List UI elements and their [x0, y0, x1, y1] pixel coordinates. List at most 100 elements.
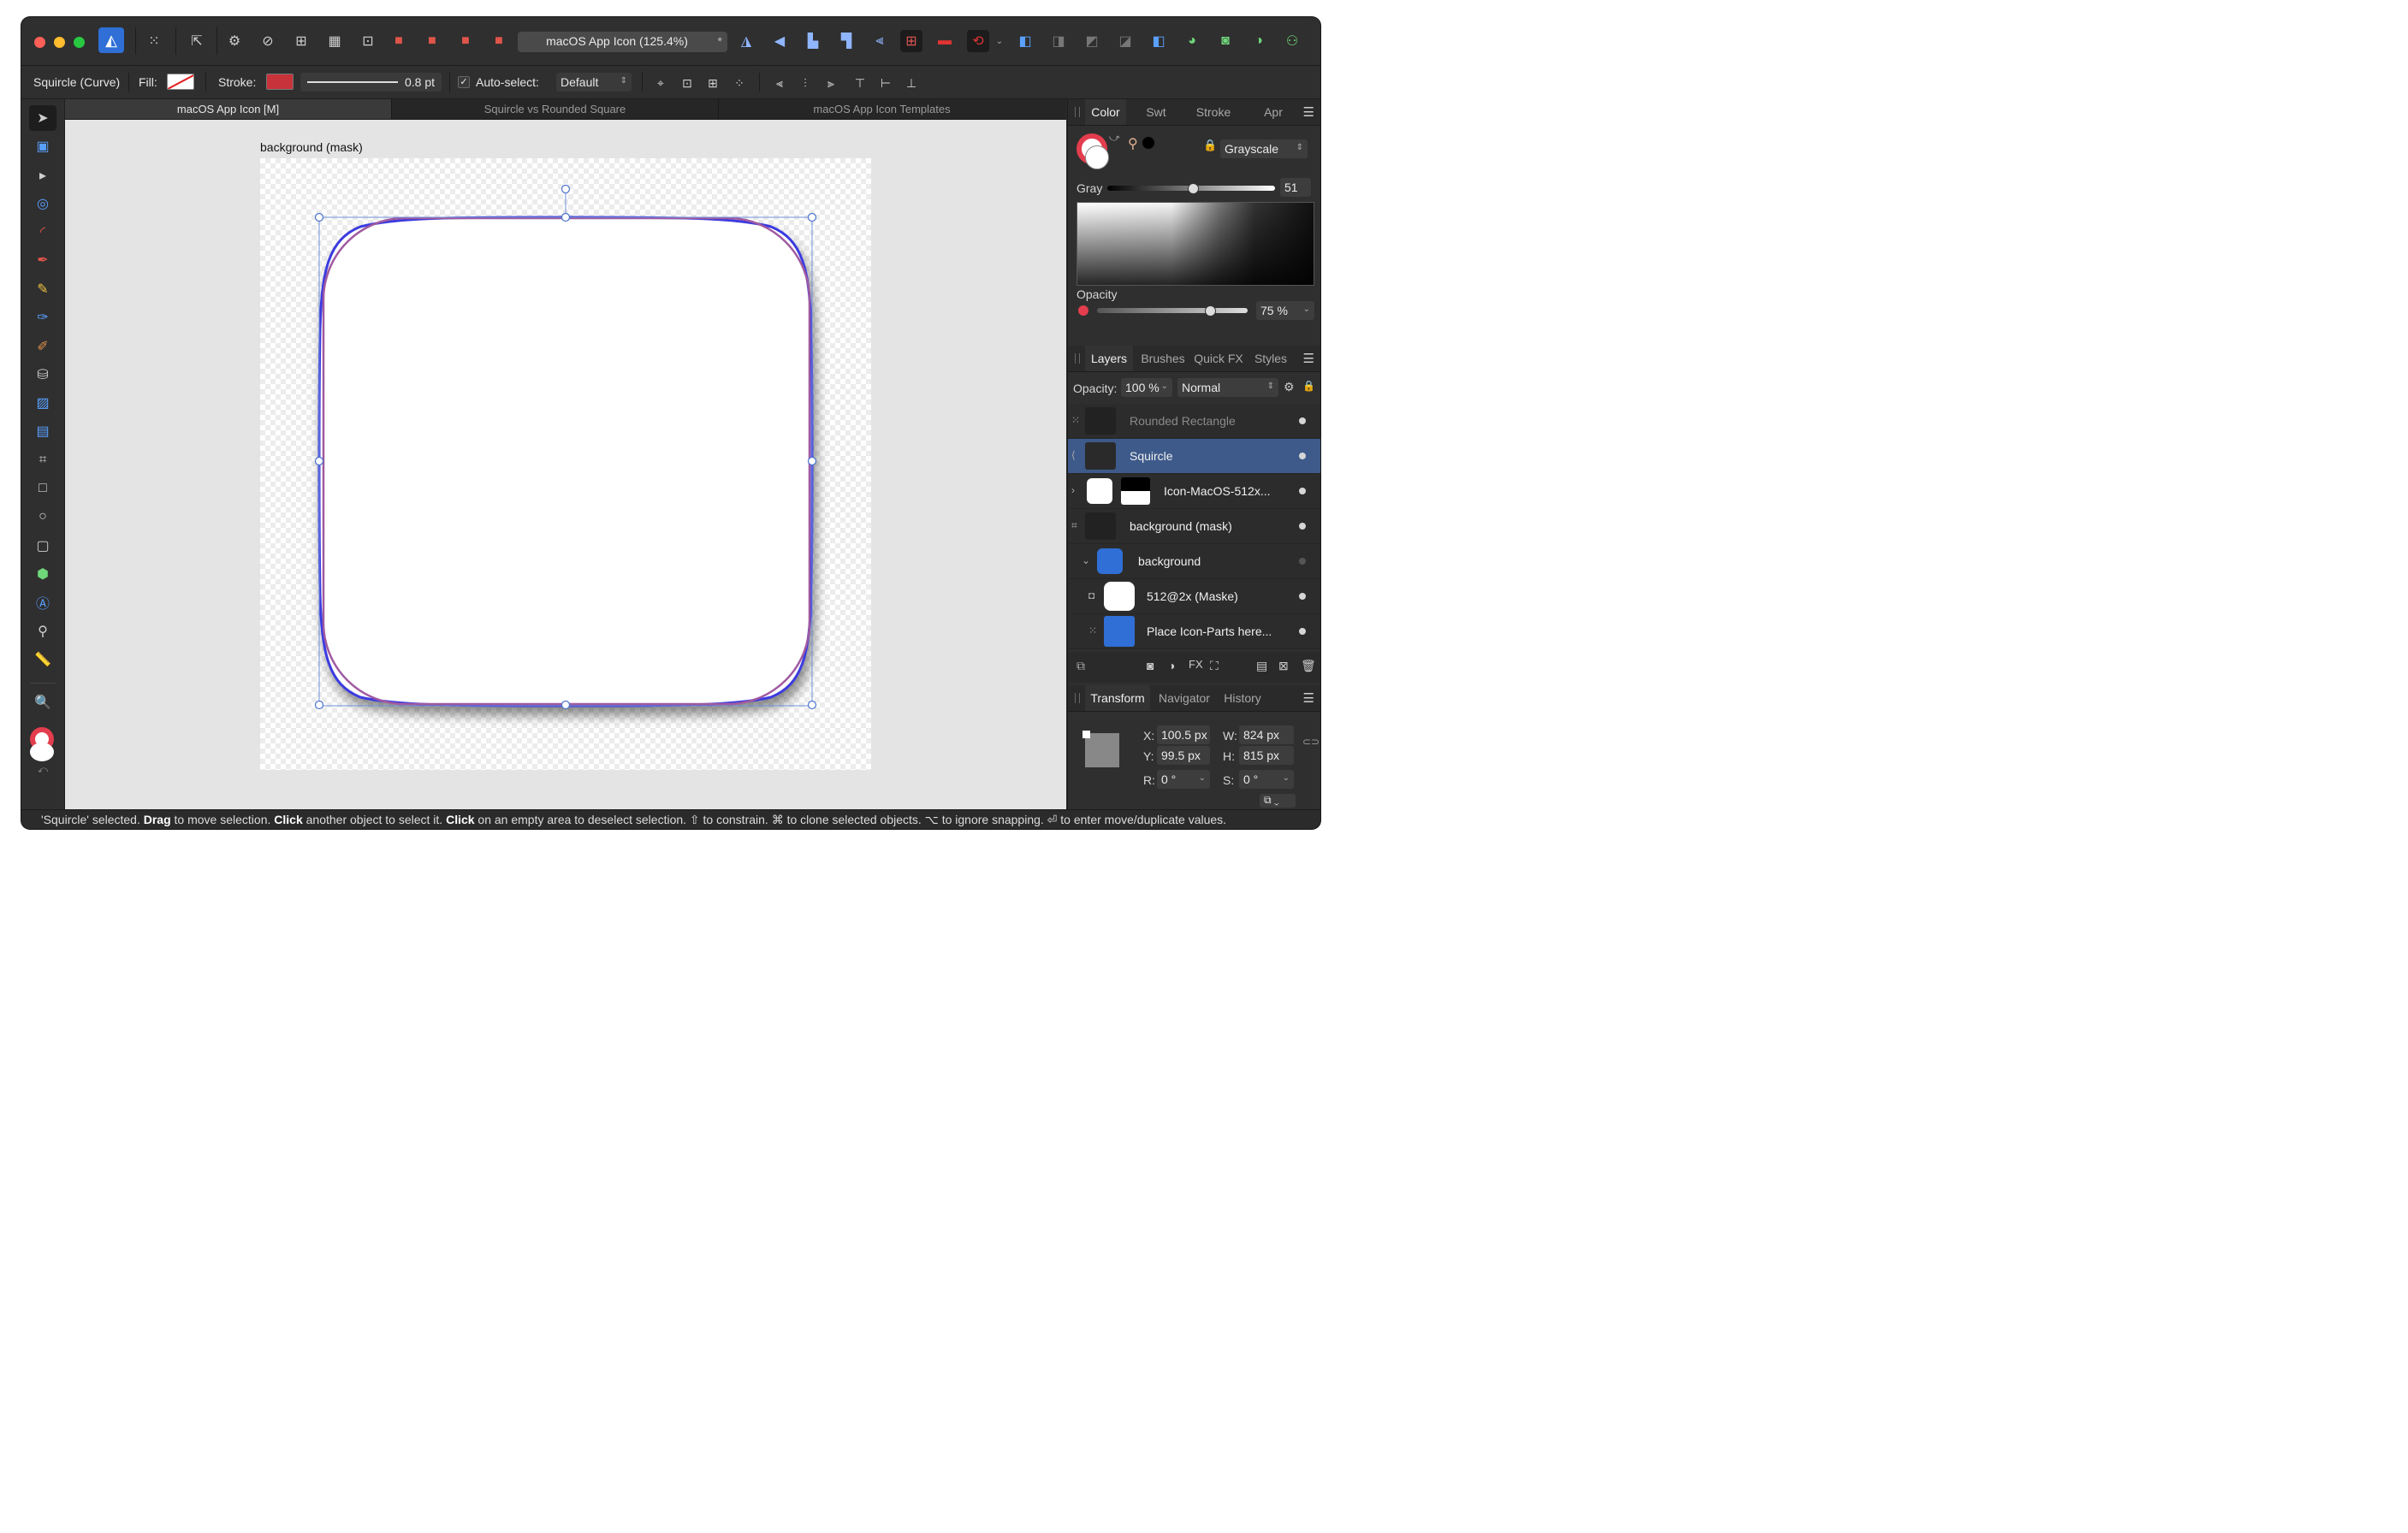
transform-options-button[interactable]: ⧉ ⌄ [1260, 794, 1296, 808]
tab-appearance[interactable]: Apr [1249, 99, 1297, 125]
contour-tool-icon[interactable]: ◎ [33, 193, 53, 214]
boolean-subtract-icon[interactable]: ◨ [1047, 30, 1070, 52]
layers-stack-icon[interactable]: ⧉ [1076, 659, 1085, 673]
transform-objects-icon[interactable]: ⊞ [703, 74, 722, 92]
picked-color-swatch[interactable] [1142, 137, 1154, 149]
panel-grip[interactable] [1075, 353, 1080, 364]
settings-gear-icon[interactable]: ⚙ [223, 30, 246, 52]
add-group-icon[interactable]: ⊠ [1278, 659, 1289, 673]
minimize-window-button[interactable] [54, 37, 65, 48]
snapping-dropdown-icon[interactable]: ⌄ [993, 30, 1005, 52]
no-color-icon[interactable] [1078, 305, 1088, 316]
tab-swatches[interactable]: Swt [1135, 99, 1177, 125]
add-live-filter-icon[interactable]: ⛶ [1210, 659, 1219, 673]
x-field[interactable]: 100.5 px [1157, 725, 1210, 744]
document-title-box[interactable]: macOS App Icon (125.4%) * [518, 32, 727, 52]
layer-lock-icon[interactable]: 🔒 [1302, 380, 1315, 392]
tab-styles[interactable]: Styles [1249, 346, 1292, 371]
magnet-snapping-icon[interactable]: ⟲ [967, 30, 989, 52]
opacity-slider[interactable] [1097, 305, 1248, 317]
fill-tool-icon[interactable]: ⛁ [33, 364, 53, 385]
handle-top-right[interactable] [807, 212, 817, 222]
boolean-xor-icon[interactable]: ◪ [1114, 30, 1136, 52]
tab-quick-fx[interactable]: Quick FX [1192, 346, 1245, 371]
auto-select-dropdown[interactable]: Default ⇕ [556, 73, 632, 92]
gray-slider[interactable] [1107, 183, 1275, 194]
rotate-left-icon[interactable]: ▙ [802, 30, 824, 52]
show-swatches-icon[interactable]: ◙ [1214, 30, 1237, 52]
blend-mode-dropdown[interactable]: Normal ⇕ [1177, 378, 1278, 397]
layer-visibility-toggle[interactable] [1299, 523, 1306, 530]
handle-bottom-center[interactable] [560, 700, 571, 710]
move-to-back-icon[interactable]: ■ [388, 30, 410, 52]
transform-panel-menu-icon[interactable]: ☰ [1303, 690, 1314, 706]
export-persona-icon[interactable]: ⇱ [186, 30, 208, 52]
gray-slider-knob[interactable] [1187, 183, 1199, 194]
collapse-chevron-icon[interactable]: ⌄ [1082, 554, 1090, 566]
anchor-point-selector[interactable] [1082, 731, 1119, 767]
text-tool-icon[interactable]: Ⓐ [33, 592, 53, 613]
stroke-width-control[interactable]: 0.8 pt [300, 73, 442, 92]
show-appearance-icon[interactable]: ◑ [1248, 30, 1270, 52]
handle-bottom-right[interactable] [807, 700, 817, 710]
group-icon[interactable]: ⊡ [357, 30, 379, 52]
tab-color[interactable]: Color [1085, 99, 1126, 125]
move-to-front-icon[interactable]: ■ [488, 30, 510, 52]
opacity-slider-knob[interactable] [1205, 305, 1216, 317]
panel-grip[interactable] [1075, 693, 1080, 703]
eyedropper-icon[interactable]: ⚲ [1128, 135, 1138, 152]
artboard-tool-icon[interactable]: ▣ [33, 136, 53, 157]
swap-fill-stroke-icon[interactable]: ⤻ [1109, 132, 1120, 145]
h-field[interactable]: 815 px [1239, 746, 1294, 765]
tab-transform[interactable]: Transform [1085, 685, 1150, 711]
tab-stroke[interactable]: Stroke [1186, 99, 1241, 125]
opacity-value-field[interactable]: 75 % ⌄ [1256, 301, 1314, 320]
handle-middle-left[interactable] [314, 456, 324, 466]
color-mode-dropdown[interactable]: Grayscale ⇕ [1220, 139, 1308, 158]
corner-tool-icon[interactable]: ◜ [33, 222, 53, 242]
anchor-top-left[interactable] [1082, 731, 1090, 738]
layer-row-background[interactable]: ⌄ background [1068, 544, 1320, 579]
vector-brush-tool-icon[interactable]: ✑ [33, 307, 53, 328]
flip-vertical-icon[interactable]: ◀ [768, 30, 791, 52]
w-field[interactable]: 824 px [1239, 725, 1294, 744]
close-window-button[interactable] [34, 37, 45, 48]
link-dimensions-icon[interactable]: ⊂⊃ [1302, 736, 1320, 748]
rectangle-tool-icon[interactable]: □ [33, 478, 53, 499]
zoom-window-button[interactable] [74, 37, 85, 48]
pencil-tool-icon[interactable]: ✎ [33, 279, 53, 299]
color-panel-menu-icon[interactable]: ☰ [1303, 104, 1314, 120]
show-layers-icon[interactable]: ◧ [1148, 30, 1170, 52]
delete-layer-icon[interactable]: 🗑 [1301, 659, 1316, 673]
add-layer-icon[interactable]: ▤ [1256, 659, 1267, 673]
boolean-union-icon[interactable]: ◧ [1014, 30, 1036, 52]
layer-row-place-icon-parts[interactable]: ⁙ Place Icon-Parts here... [1068, 614, 1320, 649]
handle-middle-right[interactable] [807, 456, 817, 466]
flip-horizontal-icon[interactable]: ◮ [735, 30, 757, 52]
doc-tab-macos-app-icon[interactable]: macOS App Icon [M] [65, 99, 392, 119]
measure-tool-icon[interactable]: 📏 [33, 649, 53, 670]
app-logo-icon[interactable]: ◭ [98, 27, 124, 53]
show-handles-icon[interactable]: ⁘ [730, 74, 749, 92]
layers-panel-menu-icon[interactable]: ☰ [1303, 351, 1314, 366]
boolean-intersect-icon[interactable]: ◩ [1081, 30, 1103, 52]
fill-swatch[interactable] [167, 74, 194, 90]
align-top-icon[interactable]: ⊤ [851, 74, 869, 92]
layer-visibility-toggle[interactable] [1299, 417, 1306, 424]
layer-opacity-field[interactable]: 100 % ⌄ [1121, 378, 1172, 397]
auto-select-checkbox[interactable]: ✓ [458, 76, 470, 88]
align-left-icon[interactable]: ⫷ [869, 30, 891, 52]
add-fx-icon[interactable]: FX [1189, 658, 1203, 671]
add-adjustment-icon[interactable]: ◑ [1168, 659, 1175, 672]
add-mask-icon[interactable]: ◙ [1147, 659, 1154, 672]
layer-visibility-toggle[interactable] [1299, 593, 1306, 600]
rotation-handle[interactable] [560, 184, 571, 194]
place-image-tool-icon[interactable]: ▤ [33, 421, 53, 441]
account-icon[interactable]: ⚇ [1281, 30, 1303, 52]
handle-top-center[interactable] [560, 212, 571, 222]
swap-colors-icon[interactable]: ⤺ [33, 760, 53, 780]
node-tool-icon[interactable]: ▸ [33, 165, 53, 186]
lock-icon[interactable]: 🔒 [1203, 139, 1217, 152]
tab-layers[interactable]: Layers [1085, 346, 1133, 371]
color-fill-well[interactable] [1085, 145, 1109, 169]
